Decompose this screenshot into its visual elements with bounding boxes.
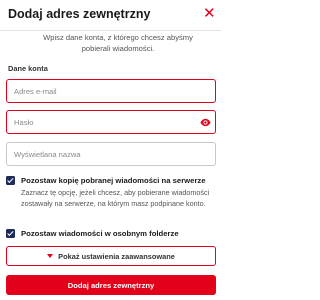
email-input[interactable] bbox=[7, 80, 215, 102]
add-external-address-button[interactable]: Dodaj adres zewnętrzny bbox=[6, 275, 216, 295]
keep-copy-label: Pozostaw kopię pobranej wiadomości na se… bbox=[21, 176, 206, 185]
close-button[interactable]: ✕ bbox=[203, 5, 216, 22]
password-input[interactable] bbox=[7, 111, 215, 133]
separate-folder-label: Pozostaw wiadomości w osobnym folderze bbox=[21, 229, 179, 238]
advanced-settings-label: Pokaż ustawienia zaawansowane bbox=[58, 251, 175, 261]
advanced-settings-button[interactable]: Pokaż ustawienia zaawansowane bbox=[6, 246, 216, 266]
intro-text: Wpisz dane konta, z którego chcesz abyśm… bbox=[43, 33, 193, 53]
dialog-title: Dodaj adres zewnętrzny bbox=[8, 7, 151, 21]
email-field[interactable] bbox=[6, 79, 216, 103]
eye-icon[interactable] bbox=[200, 117, 211, 128]
keep-copy-hint: Zaznacz tę opcję, jeżeli chcesz, aby pob… bbox=[21, 188, 210, 208]
header-divider bbox=[0, 30, 221, 31]
keep-copy-checkbox[interactable] bbox=[6, 176, 15, 185]
display-name-input[interactable] bbox=[7, 143, 215, 165]
separate-folder-option[interactable]: Pozostaw wiadomości w osobnym folderze bbox=[6, 229, 179, 238]
account-section-label: Dane konta bbox=[8, 64, 48, 73]
dialog-header: Dodaj adres zewnętrzny ✕ bbox=[0, 0, 221, 30]
keep-copy-option[interactable]: Pozostaw kopię pobranej wiadomości na se… bbox=[6, 176, 206, 185]
display-name-field[interactable] bbox=[6, 142, 216, 166]
caret-down-icon bbox=[47, 254, 54, 258]
close-icon: ✕ bbox=[203, 5, 216, 22]
add-external-address-label: Dodaj adres zewnętrzny bbox=[67, 280, 155, 290]
password-field[interactable] bbox=[6, 110, 216, 134]
separate-folder-checkbox[interactable] bbox=[6, 229, 15, 238]
